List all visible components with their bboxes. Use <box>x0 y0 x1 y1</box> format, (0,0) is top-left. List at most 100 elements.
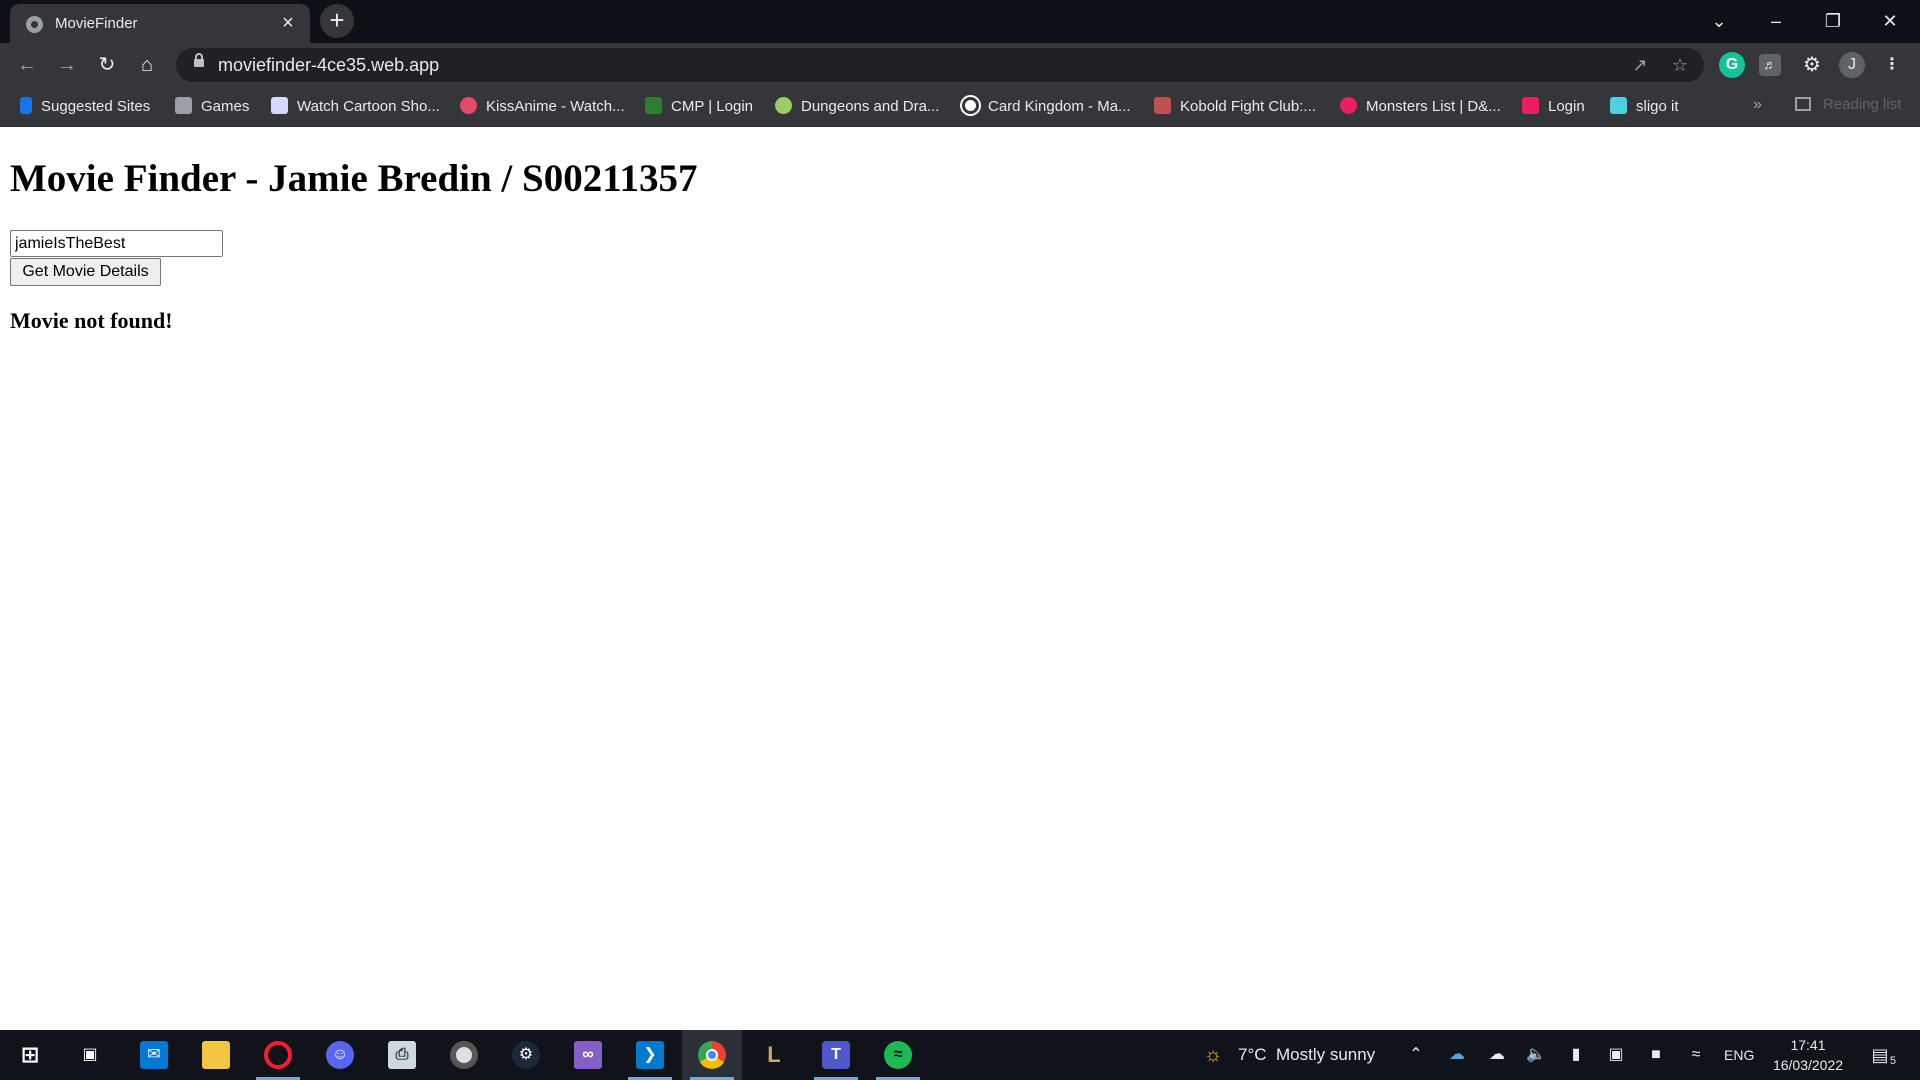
taskbar-vscode[interactable]: ❯ <box>620 1030 680 1080</box>
taskbar-media-app[interactable] <box>434 1030 494 1080</box>
bookmark-dungeons-and-dragons[interactable]: Dungeons and Dra... <box>775 97 939 117</box>
sligo-icon <box>1610 97 1627 114</box>
weather-sun-icon[interactable]: ☼ <box>1203 1045 1223 1065</box>
bookmark-card-kingdom[interactable]: Card Kingdom - Ma... <box>962 97 1131 117</box>
bookmark-cmp-login[interactable]: CMP | Login <box>645 97 753 117</box>
cloud-icon[interactable]: ☁ <box>1487 1045 1507 1065</box>
weather-description: Mostly sunny <box>1275 1045 1376 1064</box>
windows-taskbar: ⊞ ▣ ✉ ☺ ⎙ ⚙ ∞ ❯ L T ≈ ☼ 7°C Mostly sunny… <box>0 1030 1920 1080</box>
folder-icon <box>202 1041 230 1069</box>
wifi-icon[interactable]: ≈ <box>1686 1045 1706 1065</box>
page-content: Movie Finder - Jamie Bredin / S00211357 … <box>0 128 1920 1030</box>
share-icon[interactable]: ↗ <box>1630 55 1650 75</box>
movie-title-input[interactable] <box>10 230 223 257</box>
taskbar-mail[interactable]: ✉ <box>124 1030 184 1080</box>
close-tab-icon[interactable]: × <box>278 13 298 33</box>
spotify-icon: ≈ <box>884 1041 912 1069</box>
bookmark-monsters-list[interactable]: Monsters List | D&... <box>1340 97 1501 117</box>
taskbar-printer-app[interactable]: ⎙ <box>372 1030 432 1080</box>
display-icon[interactable]: ■ <box>1646 1045 1666 1065</box>
tab-title: MovieFinder <box>55 15 138 32</box>
tab-search-icon[interactable]: ⌄ <box>1699 6 1739 36</box>
login-s-icon <box>1522 97 1539 114</box>
taskbar-steam[interactable]: ⚙ <box>496 1030 556 1080</box>
weather-widget[interactable]: 7°C Mostly sunny <box>1238 1030 1375 1080</box>
league-icon: L <box>760 1041 788 1069</box>
address-bar[interactable]: moviefinder-4ce35.web.app ↗ ☆ <box>176 48 1704 82</box>
new-tab-button[interactable]: + <box>320 4 354 38</box>
bookmark-watch-cartoon[interactable]: Watch Cartoon Sho... <box>271 97 440 117</box>
meet-now-icon[interactable]: ▣ <box>1606 1045 1626 1065</box>
home-icon[interactable]: ⌂ <box>133 51 161 79</box>
url-text[interactable]: moviefinder-4ce35.web.app <box>218 55 439 76</box>
folder-icon <box>175 97 192 114</box>
teams-icon: T <box>822 1041 850 1069</box>
taskbar-opera[interactable] <box>248 1030 308 1080</box>
kebab-menu-icon[interactable]: ⋮ <box>1879 52 1905 78</box>
taskbar-file-explorer[interactable] <box>186 1030 246 1080</box>
kissanime-icon <box>460 97 477 114</box>
bookmark-suggested-sites[interactable]: Suggested Sites <box>20 97 150 117</box>
volume-icon[interactable]: 🔈 <box>1526 1045 1546 1065</box>
puzzle-extensions-icon[interactable]: ⚙ <box>1799 52 1825 78</box>
bookmarks-bar: Suggested Sites Games Watch Cartoon Sho.… <box>0 87 1920 127</box>
windows-logo-icon: ⊞ <box>20 1042 40 1067</box>
bookmark-login[interactable]: Login <box>1522 97 1585 117</box>
vscode-icon: ❯ <box>636 1041 664 1069</box>
taskbar-chrome[interactable] <box>682 1030 742 1080</box>
notification-count: 5 <box>1889 1055 1896 1067</box>
bing-icon <box>20 97 32 114</box>
lock-icon[interactable] <box>194 53 204 67</box>
dnd-icon <box>775 97 792 114</box>
clock-date: 16/03/2022 <box>1772 1057 1844 1073</box>
bookmark-sligo-it[interactable]: sligo it <box>1610 97 1679 117</box>
clock-time: 17:41 <box>1790 1037 1826 1053</box>
taskbar-league[interactable]: L <box>744 1030 804 1080</box>
bookmark-games[interactable]: Games <box>175 97 249 117</box>
tab-moviefinder[interactable]: MovieFinder × <box>10 4 310 43</box>
battery-icon[interactable]: ▮ <box>1566 1045 1586 1065</box>
back-arrow-icon[interactable]: ← <box>13 51 41 79</box>
globe-icon <box>26 16 43 33</box>
task-view-button[interactable]: ▣ <box>60 1030 120 1080</box>
discord-icon: ☺ <box>326 1041 354 1069</box>
opera-icon <box>264 1041 292 1069</box>
mail-icon: ✉ <box>140 1041 168 1069</box>
weather-temperature: 7°C <box>1238 1045 1267 1064</box>
onedrive-error-icon[interactable]: ☁ <box>1447 1045 1467 1065</box>
profile-avatar[interactable]: J <box>1839 52 1865 78</box>
monsters-icon <box>1340 97 1357 114</box>
taskbar-spotify[interactable]: ≈ <box>868 1030 928 1080</box>
reading-list-button[interactable]: Reading list <box>1795 96 1901 113</box>
card-kingdom-icon <box>962 97 979 114</box>
close-window-icon[interactable]: ✕ <box>1870 6 1910 36</box>
task-view-icon: ▣ <box>82 1046 98 1063</box>
bookmark-star-icon[interactable]: ☆ <box>1670 55 1690 75</box>
restore-icon[interactable]: ❐ <box>1813 6 1853 36</box>
taskbar-teams[interactable]: T <box>806 1030 866 1080</box>
minimize-icon[interactable]: – <box>1756 6 1796 36</box>
notifications-icon[interactable]: ▤ 5 <box>1870 1045 1896 1067</box>
reading-list-icon <box>1795 97 1811 111</box>
taskbar-visual-studio[interactable]: ∞ <box>558 1030 618 1080</box>
taskbar-clock[interactable]: 17:41 16/03/2022 <box>1768 1035 1848 1075</box>
chevron-up-icon[interactable]: ⌃ <box>1406 1045 1426 1065</box>
visual-studio-icon: ∞ <box>574 1041 602 1069</box>
get-movie-details-button[interactable]: Get Movie Details <box>10 258 161 286</box>
bookmark-kissanime[interactable]: KissAnime - Watch... <box>460 97 625 117</box>
start-button[interactable]: ⊞ <box>0 1030 60 1080</box>
printer-icon: ⎙ <box>388 1041 416 1069</box>
language-indicator[interactable]: ENG <box>1724 1030 1754 1080</box>
page-title: Movie Finder - Jamie Bredin / S00211357 <box>10 157 698 200</box>
result-message: Movie not found! <box>10 308 173 333</box>
browser-titlebar: MovieFinder × + ⌄ – ❐ ✕ <box>0 0 1920 43</box>
forward-arrow-icon[interactable]: → <box>53 51 81 79</box>
bookmark-kobold-fight-club[interactable]: Kobold Fight Club:... <box>1154 97 1316 117</box>
taskbar-discord[interactable]: ☺ <box>310 1030 370 1080</box>
cmp-icon <box>645 97 662 114</box>
grammarly-icon[interactable]: G <box>1719 52 1745 78</box>
steam-icon: ⚙ <box>512 1041 540 1069</box>
reload-icon[interactable]: ↻ <box>93 51 121 79</box>
extension-icon[interactable]: ♬ <box>1759 54 1781 76</box>
more-bookmarks-icon[interactable]: » <box>1753 96 1762 114</box>
